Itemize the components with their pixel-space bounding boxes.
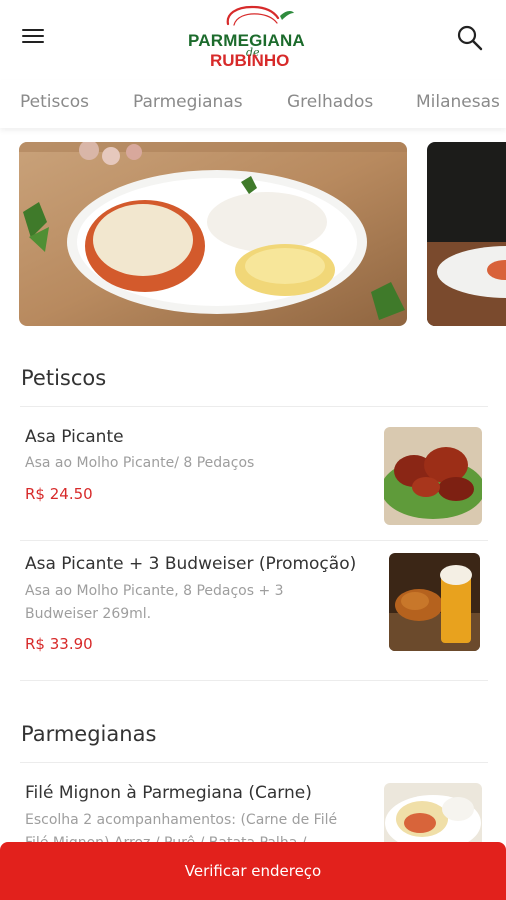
promo-carousel[interactable] (0, 142, 506, 328)
item-description-line-1: Asa ao Molho Picante, 8 Pedaços + 3 (25, 583, 284, 599)
item-name: Asa Picante (25, 427, 124, 447)
hamburger-menu-icon[interactable] (22, 26, 48, 46)
item-description-line-2: Budweiser 269ml. (25, 606, 152, 622)
category-tabs: Petiscos Parmegianas Grelhados Milanesas (0, 80, 506, 128)
menu-item-file-mignon-parmegiana[interactable]: Filé Mignon à Parmegiana (Carne) Escolha… (0, 763, 506, 851)
parmegiana-dish-image (19, 142, 407, 326)
tab-petiscos[interactable]: Petiscos (20, 92, 89, 112)
item-price: R$ 24.50 (25, 485, 93, 503)
item-name: Filé Mignon à Parmegiana (Carne) (25, 783, 312, 803)
item-image (384, 427, 482, 525)
item-name: Asa Picante + 3 Budweiser (Promoção) (25, 554, 357, 574)
brand-logo: PARMEGIANA de RUBINHO (170, 4, 336, 70)
promo-banner-next[interactable] (427, 142, 506, 326)
item-price: R$ 33.90 (25, 635, 93, 653)
section-title-petiscos: Petiscos (21, 366, 107, 390)
tab-grelhados[interactable]: Grelhados (287, 92, 373, 112)
item-description: Asa ao Molho Picante/ 8 Pedaços (25, 455, 255, 471)
section-title-parmegianas: Parmegianas (21, 722, 157, 746)
app-header: PARMEGIANA de RUBINHO (0, 0, 506, 80)
tab-parmegianas[interactable]: Parmegianas (133, 92, 243, 112)
search-icon[interactable] (456, 24, 484, 52)
menu-item-asa-picante[interactable]: Asa Picante Asa ao Molho Picante/ 8 Peda… (0, 407, 506, 535)
dish-image-next (427, 142, 506, 326)
menu-item-asa-picante-budweiser[interactable]: Asa Picante + 3 Budweiser (Promoção) Asa… (0, 541, 506, 679)
check-address-button[interactable]: Verificar endereço (0, 842, 506, 900)
item-description-line-1: Escolha 2 acompanhamentos: (Carne de Fil… (25, 812, 338, 828)
logo-text-bottom: RUBINHO (210, 51, 290, 70)
tab-milanesas[interactable]: Milanesas (416, 92, 500, 112)
item-image (384, 783, 482, 849)
item-image (389, 553, 480, 651)
section-end-divider (20, 680, 488, 681)
promo-banner[interactable] (19, 142, 407, 326)
